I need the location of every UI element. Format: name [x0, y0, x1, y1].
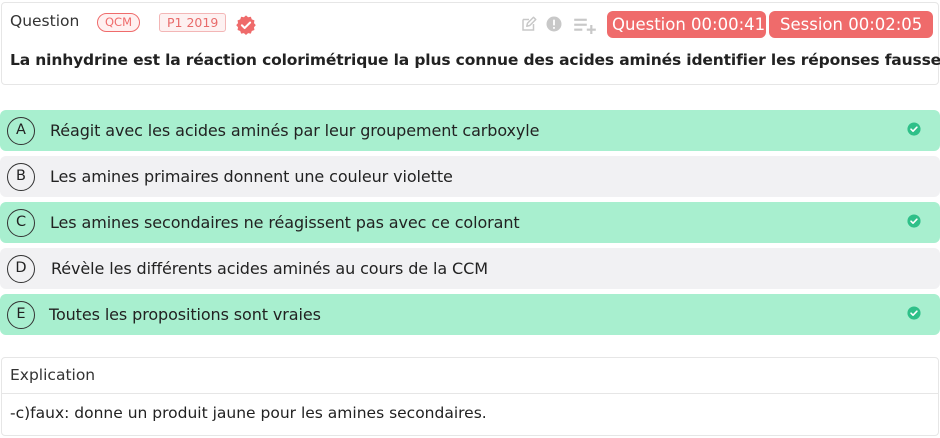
option-c[interactable]: C Les amines secondaires ne réagissent p…	[0, 202, 940, 243]
explanation-card: Explication -c)faux: donne un produit ja…	[1, 357, 939, 436]
question-title: Question	[10, 12, 80, 30]
add-to-playlist-icon[interactable]	[573, 16, 597, 34]
check-circle-icon	[907, 121, 921, 136]
session-timer: Session 00:02:05	[769, 11, 933, 38]
question-card: Question QCM P1 2019 Question 00:00:41 S…	[1, 2, 940, 85]
edit-icon[interactable]	[520, 15, 538, 33]
option-letter: E	[7, 301, 35, 329]
option-letter: C	[7, 209, 35, 237]
question-header: Question QCM P1 2019 Question 00:00:41 S…	[2, 3, 938, 39]
explanation-title: Explication	[10, 366, 96, 384]
report-icon[interactable]	[545, 15, 563, 33]
option-a[interactable]: A Réagit avec les acides aminés par leur…	[0, 110, 940, 151]
option-e[interactable]: E Toutes les propositions sont vraies	[0, 294, 940, 335]
option-text: Les amines secondaires ne réagissent pas…	[50, 213, 520, 232]
question-year-badge: P1 2019	[159, 13, 227, 32]
option-letter: D	[7, 255, 35, 283]
check-circle-icon	[907, 305, 921, 320]
explanation-text: -c)faux: donne un produit jaune pour les…	[10, 404, 487, 422]
option-d[interactable]: D Révèle les différents acides aminés au…	[0, 248, 940, 289]
option-b[interactable]: B Les amines primaires donnent une coule…	[0, 156, 940, 197]
option-letter: A	[7, 117, 35, 145]
option-text: Révèle les différents acides aminés au c…	[51, 259, 488, 278]
verified-badge-icon	[235, 14, 257, 36]
divider	[2, 393, 938, 394]
option-letter: B	[7, 163, 35, 191]
option-text: Toutes les propositions sont vraies	[49, 305, 321, 324]
question-text: La ninhydrine est la réaction colorimétr…	[10, 51, 940, 69]
check-circle-icon	[907, 213, 921, 228]
option-text: Les amines primaires donnent une couleur…	[50, 167, 453, 186]
question-type-badge: QCM	[97, 13, 141, 32]
option-text: Réagit avec les acides aminés par leur g…	[50, 121, 540, 140]
question-timer: Question 00:00:41	[607, 11, 766, 38]
